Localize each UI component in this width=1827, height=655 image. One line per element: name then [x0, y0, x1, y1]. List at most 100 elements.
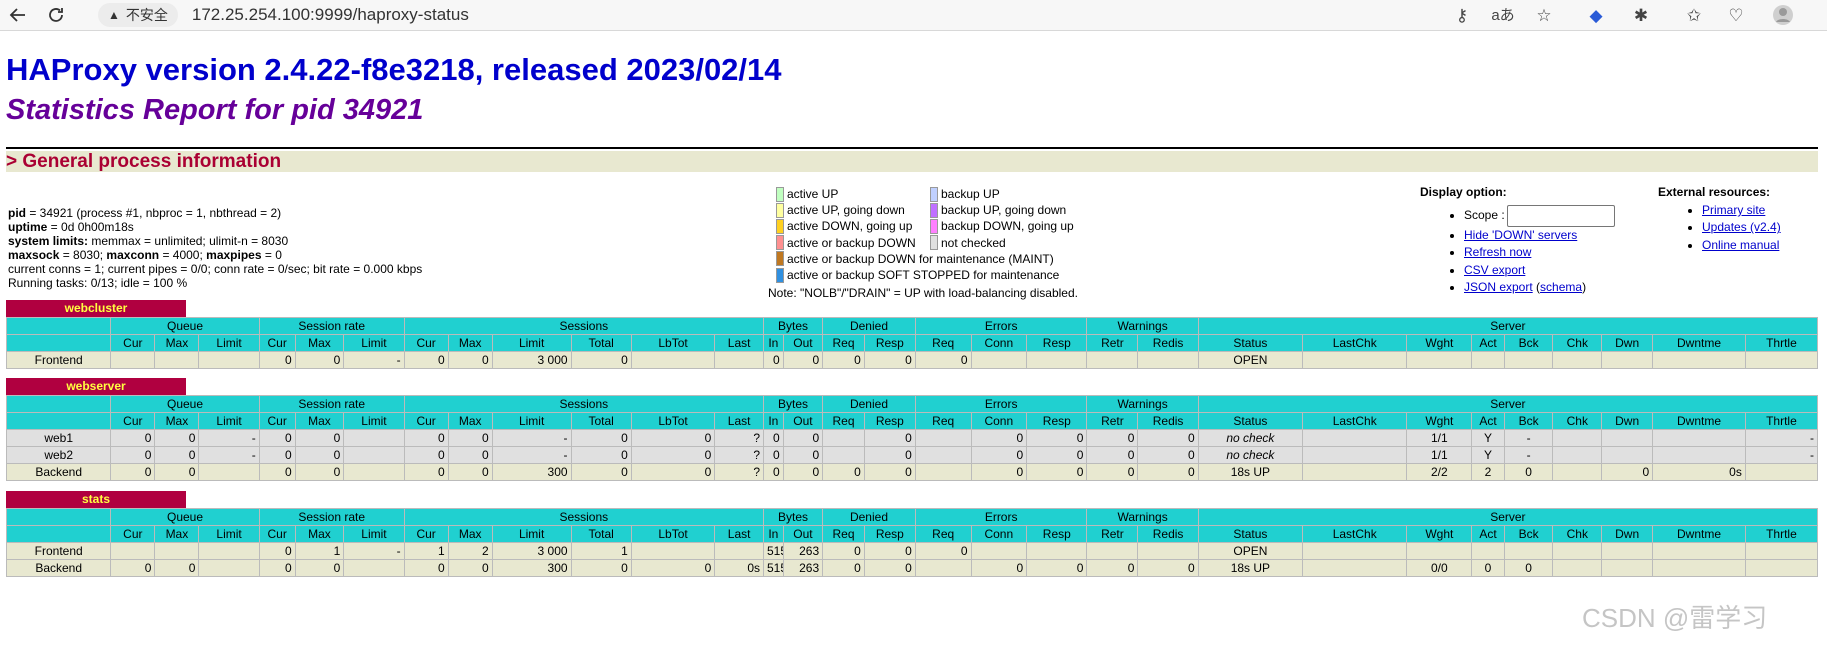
table-cell: 0 [914, 542, 972, 560]
column-group-header: Queue [110, 508, 260, 526]
extensions-icon[interactable]: ✱ [1628, 3, 1654, 27]
address-bar[interactable]: ▲ 不安全 172.25.254.100:9999/haproxy-status [98, 2, 1498, 28]
column-header: Cur [258, 334, 296, 352]
table-cell: 0 [1026, 429, 1088, 447]
profile-avatar-icon[interactable] [1770, 3, 1796, 27]
online-manual-link[interactable]: Online manual [1702, 238, 1779, 252]
scope-input[interactable] [1506, 205, 1615, 227]
column-header: Cur [110, 412, 156, 430]
csv-export-link[interactable]: CSV export [1464, 263, 1525, 277]
column-header: Conn [970, 334, 1028, 352]
refresh-now-link[interactable]: Refresh now [1464, 245, 1531, 259]
read-aloud-icon[interactable]: aあ [1490, 3, 1516, 27]
process-info-value: = 0 [261, 248, 282, 262]
table-cell: 263 [782, 559, 824, 577]
refresh-icon[interactable] [44, 3, 68, 27]
table-cell [1601, 446, 1654, 464]
table-cell [1652, 542, 1746, 560]
table-cell: - [198, 446, 260, 464]
table-cell: 0 [1086, 463, 1139, 481]
column-header: LastChk [1302, 412, 1408, 430]
table-cell: 0 [258, 542, 296, 560]
column-header: Out [782, 525, 824, 543]
table-cell: 515 [763, 559, 784, 577]
table-cell: 0 [822, 559, 865, 577]
table-cell: 0 [294, 429, 345, 447]
security-indicator[interactable]: ▲ 不安全 [98, 3, 178, 27]
header-blank [5, 334, 112, 352]
table-cell: 1 [570, 542, 632, 560]
process-info-value: = 8030; [59, 248, 107, 262]
hide-down-servers-link[interactable]: Hide 'DOWN' servers [1464, 228, 1577, 242]
url-text[interactable]: 172.25.254.100:9999/haproxy-status [192, 5, 469, 25]
key-icon[interactable]: ⚷ [1449, 3, 1475, 27]
column-header: Status [1197, 334, 1304, 352]
column-header: Cur [258, 412, 296, 430]
table-row: Frontend01-123 0001515263000OPEN [5, 542, 1819, 560]
table-cell [630, 351, 716, 369]
table-cell: 0 [914, 351, 972, 369]
column-group-header: Errors [914, 317, 1088, 335]
table-cell: - [343, 542, 405, 560]
column-group-header: Queue [110, 317, 260, 335]
process-info-line: pid = 34921 (process #1, nbproc = 1, nbt… [8, 206, 422, 220]
favorite-star-icon[interactable]: ☆ [1531, 3, 1557, 27]
column-header: Limit [198, 412, 260, 430]
table-cell [1744, 559, 1819, 577]
legend-swatch [776, 267, 784, 283]
row-name: Frontend [5, 542, 112, 560]
copilot-icon[interactable]: ◆ [1583, 3, 1609, 27]
legend-label: backup UP, going down [941, 203, 1067, 218]
table-cell: - [491, 446, 572, 464]
table-cell: 0 [763, 429, 784, 447]
table-cell: 0s [714, 559, 764, 577]
table-cell [343, 559, 405, 577]
table-cell: 1 [294, 542, 345, 560]
column-header: Req [914, 525, 972, 543]
schema-link[interactable]: schema [1540, 280, 1582, 294]
table-cell: 0 [763, 446, 784, 464]
table-cell [1601, 429, 1654, 447]
section-heading: > General process information [6, 151, 1818, 172]
back-arrow-icon[interactable] [6, 3, 30, 27]
column-header: Status [1197, 525, 1304, 543]
table-cell [1302, 429, 1408, 447]
proxy-table: Queue Session rate Sessions Bytes Denied Erro… [5, 508, 1819, 577]
process-info-line: current conns = 1; current pipes = 0/0; … [8, 262, 422, 276]
process-info-value: = 4000; [159, 248, 207, 262]
legend-note: Note: "NOLB"/"DRAIN" = UP with load-bala… [768, 286, 1078, 300]
column-header: Max [154, 334, 200, 352]
legend-label: active UP [787, 187, 839, 201]
column-header: Req [822, 334, 865, 352]
table-cell: 0 [1137, 463, 1199, 481]
health-heart-icon[interactable]: ♡ [1723, 3, 1749, 27]
column-group-header: Server [1197, 395, 1819, 413]
table-cell: - [1744, 446, 1819, 464]
header-blank [5, 525, 112, 543]
column-header: Max [154, 412, 200, 430]
column-group-header: Denied [822, 317, 916, 335]
table-cell: 263 [782, 542, 824, 560]
table-cell [1552, 559, 1603, 577]
table-cell: 1/1 [1406, 446, 1473, 464]
table-cell [154, 542, 200, 560]
table-cell: 0 [154, 463, 200, 481]
column-header: Resp [863, 334, 916, 352]
updates-link[interactable]: Updates (v2.4) [1702, 220, 1781, 234]
table-cell: 0 [294, 351, 345, 369]
scope-item: Scope : [1464, 205, 1615, 227]
favorites-list-icon[interactable]: ✩ [1681, 3, 1707, 27]
table-cell: 0/0 [1406, 559, 1473, 577]
column-header: Retr [1086, 525, 1139, 543]
column-header: Limit [343, 412, 405, 430]
table-cell: 3 000 [491, 542, 572, 560]
column-header: Max [447, 525, 493, 543]
table-cell [1601, 351, 1654, 369]
table-cell: 0 [863, 446, 916, 464]
column-header: Dwntme [1652, 525, 1746, 543]
primary-site-link[interactable]: Primary site [1702, 203, 1765, 217]
table-cell [1744, 542, 1819, 560]
json-export-link[interactable]: JSON export [1464, 280, 1533, 294]
divider [6, 147, 1818, 149]
column-header: Bck [1503, 525, 1554, 543]
